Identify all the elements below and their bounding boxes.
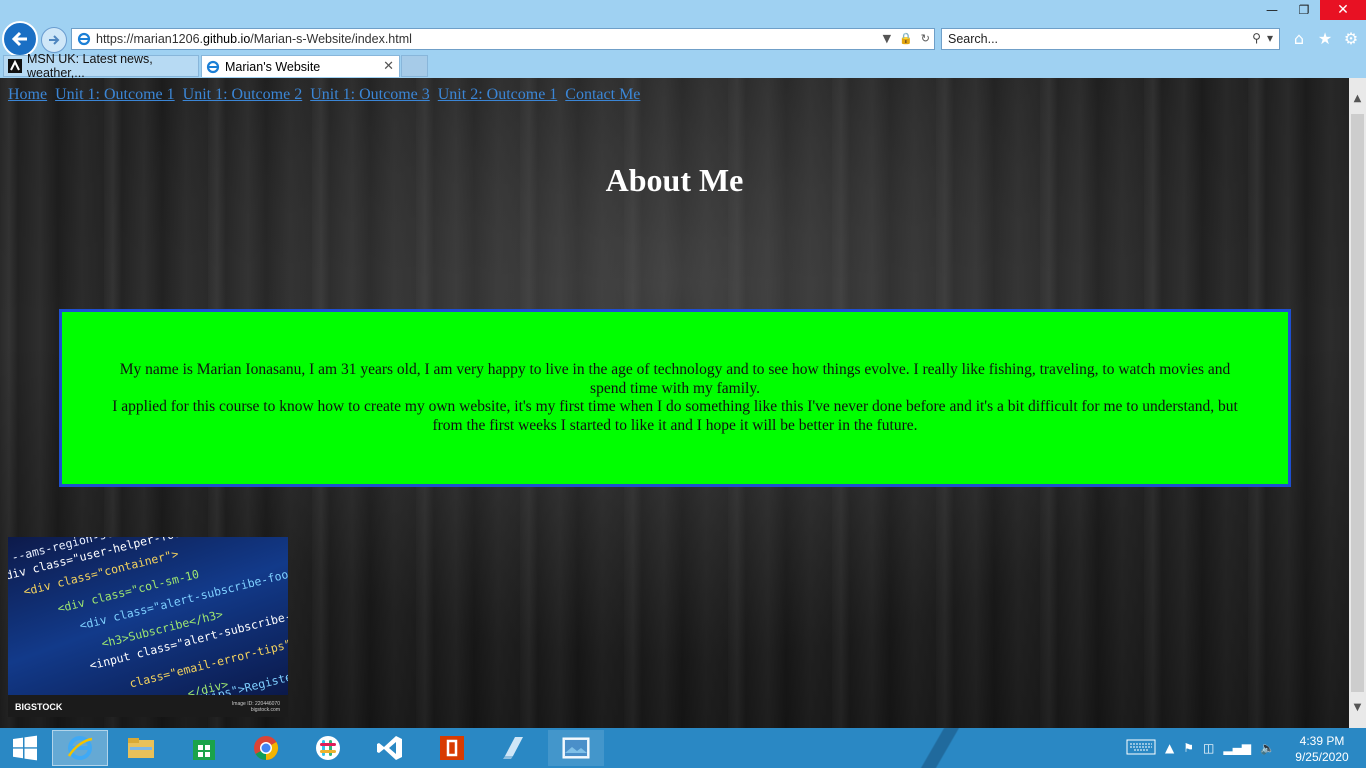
vertical-scrollbar[interactable]: ▲ ▼ <box>1349 78 1366 728</box>
arrow-right-icon <box>49 35 60 45</box>
nav-link-unit1-outcome2[interactable]: Unit 1: Outcome 2 <box>183 86 303 103</box>
chevron-up-icon[interactable]: ▲ <box>1165 741 1174 755</box>
ie-page-icon <box>77 32 91 49</box>
nav-link-unit1-outcome1[interactable]: Unit 1: Outcome 1 <box>55 86 175 103</box>
site-nav: Home Unit 1: Outcome 1 Unit 1: Outcome 2… <box>8 86 644 104</box>
new-tab-button[interactable] <box>401 55 428 77</box>
search-input[interactable]: Search... <box>948 32 998 46</box>
nav-link-contact[interactable]: Contact Me <box>565 86 640 103</box>
window-controls: — ❐ ✕ <box>1256 0 1366 20</box>
vscode-icon <box>377 736 402 760</box>
ie-tab-icon <box>206 60 220 74</box>
taskbar-photos[interactable] <box>548 730 604 766</box>
refresh-icon[interactable]: ↻ <box>921 32 930 45</box>
lock-icon[interactable]: 🔒 <box>899 32 913 45</box>
about-box: My name is Marian Ionasanu, I am 31 year… <box>59 309 1291 487</box>
image-brand: BIGSTOCK <box>15 702 63 712</box>
internet-explorer-icon <box>67 736 93 760</box>
restore-icon[interactable]: ❐ <box>1288 0 1320 20</box>
taskbar-office[interactable] <box>424 730 480 766</box>
clock-time: 4:39 PM <box>1299 734 1345 748</box>
browser-chrome: — ❐ ✕ https://marian1206.github.io/Maria… <box>0 0 1366 80</box>
taskbar-store[interactable] <box>176 730 232 766</box>
close-window-icon[interactable]: ✕ <box>1320 0 1366 20</box>
tab-label: Marian's Website <box>225 59 321 74</box>
image-viewer-icon <box>562 737 590 759</box>
taskbar-chrome[interactable] <box>238 730 294 766</box>
office-icon <box>440 736 464 760</box>
taskbar-file-explorer[interactable] <box>113 730 169 766</box>
msn-icon <box>8 59 22 73</box>
document-app-icon <box>503 737 523 759</box>
nav-link-unit2-outcome1[interactable]: Unit 2: Outcome 1 <box>438 86 558 103</box>
close-tab-icon[interactable]: ✕ <box>383 58 394 74</box>
clock[interactable]: 4:39 PM 9/25/2020 <box>1290 733 1354 765</box>
windows-logo-icon <box>13 735 37 761</box>
taskbar-app-blue[interactable] <box>486 730 542 766</box>
start-button[interactable] <box>0 728 50 768</box>
folder-icon <box>128 738 154 758</box>
arrow-left-icon <box>11 31 27 47</box>
taskbar: ▲ ⚑ ◫ ▂▄▆ 🔈 4:39 PM 9/25/2020 <box>0 728 1366 768</box>
signal-icon[interactable]: ▂▄▆ <box>1223 741 1251 755</box>
search-box[interactable]: Search... ⚲ ▾ <box>941 28 1280 50</box>
url-text: https://marian1206.github.io/Marian-s-We… <box>96 32 412 46</box>
minimize-icon[interactable]: — <box>1256 0 1288 20</box>
chrome-icon <box>254 736 279 760</box>
tab-msn[interactable]: MSN UK: Latest news, weather,... <box>3 52 199 80</box>
system-tray: ▲ ⚑ ◫ ▂▄▆ 🔈 <box>1126 728 1275 768</box>
gear-icon[interactable]: ⚙ <box>1342 29 1360 48</box>
page-viewport: Home Unit 1: Outcome 1 Unit 1: Outcome 2… <box>0 78 1349 728</box>
nav-link-home[interactable]: Home <box>8 86 47 103</box>
about-paragraph-1: My name is Marian Ionasanu, I am 31 year… <box>119 361 1231 397</box>
tab-label: MSN UK: Latest news, weather,... <box>27 52 153 80</box>
clock-date: 9/25/2020 <box>1295 750 1349 764</box>
taskbar-decoration <box>910 728 970 768</box>
address-tools: ▼ 🔒 ↻ <box>883 32 930 45</box>
address-bar[interactable]: https://marian1206.github.io/Marian-s-We… <box>71 28 935 50</box>
network-icon[interactable]: ◫ <box>1203 741 1214 755</box>
volume-icon[interactable]: 🔈 <box>1260 741 1275 755</box>
taskbar-vscode[interactable] <box>362 730 418 766</box>
home-icon[interactable]: ⌂ <box>1290 29 1308 48</box>
page-title: About Me <box>605 162 744 198</box>
store-icon <box>193 740 215 760</box>
dropdown-icon[interactable]: ▼ <box>883 32 891 45</box>
toolbar-icons: ⌂ ★ ⚙ <box>1290 29 1360 48</box>
scroll-thumb[interactable] <box>1351 114 1364 692</box>
scroll-up-icon[interactable]: ▲ <box>1349 90 1366 107</box>
scroll-down-icon[interactable]: ▼ <box>1349 699 1366 716</box>
taskbar-slack[interactable] <box>300 730 356 766</box>
favorites-star-icon[interactable]: ★ <box>1316 29 1334 48</box>
slack-icon <box>316 736 340 760</box>
tab-marians-website[interactable]: Marian's Website ✕ <box>201 55 400 77</box>
search-dropdown-icon[interactable]: ▾ <box>1267 31 1273 45</box>
keyboard-icon[interactable] <box>1126 739 1156 758</box>
search-icon[interactable]: ⚲ <box>1252 31 1261 45</box>
code-image: --ams-region-start 418-- div class="user… <box>8 537 288 717</box>
image-credit: Image ID: 220446070 bigstock.com <box>231 701 280 713</box>
forward-button[interactable] <box>41 27 67 53</box>
nav-link-unit1-outcome3[interactable]: Unit 1: Outcome 3 <box>310 86 430 103</box>
taskbar-ie[interactable] <box>52 730 108 766</box>
about-paragraph-2: I applied for this course to know how to… <box>112 398 1238 434</box>
flag-icon[interactable]: ⚑ <box>1183 741 1194 755</box>
